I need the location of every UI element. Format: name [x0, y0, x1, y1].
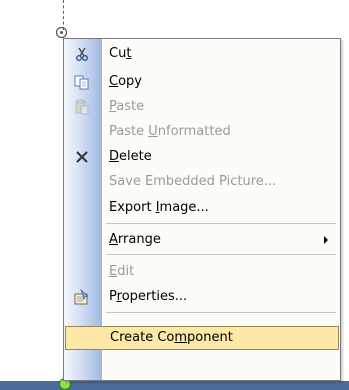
menu-item-delete[interactable]: Delete [64, 145, 340, 169]
menu-item-paste-unformatted[interactable]: Paste Unformatted [64, 120, 340, 144]
status-bar [0, 381, 349, 390]
menu-item-save-embedded-picture[interactable]: Save Embedded Picture... [64, 170, 340, 194]
menu-item-cut[interactable]: Cut [64, 42, 340, 66]
menu-item-paste[interactable]: Paste [64, 95, 340, 119]
menu-item-label: Paste Unformatted [109, 124, 231, 139]
menu-item-label: Create Component [110, 330, 233, 345]
menu-separator [106, 223, 336, 224]
menu-item-label: Delete [109, 149, 152, 164]
menu-item-label: Copy [109, 74, 142, 89]
menu-item-export-image[interactable]: Export Image... [64, 196, 340, 220]
menu-separator [106, 254, 336, 255]
menu-item-arrange[interactable]: Arrange [64, 228, 340, 252]
menu-item-label: Cut [109, 46, 132, 61]
menu-item-label: Edit [109, 264, 135, 279]
paste-icon [75, 99, 89, 115]
menu-item-label: Export Image... [109, 200, 209, 215]
menu-item-edit[interactable]: Edit [64, 260, 340, 284]
menu-item-label: Arrange [109, 232, 161, 247]
menu-item-copy[interactable]: Copy [64, 70, 340, 94]
menu-item-label: Save Embedded Picture... [109, 174, 277, 189]
scissors-icon [76, 47, 88, 61]
menu-item-label: Paste [109, 99, 145, 114]
menu-item-label: Properties... [109, 289, 188, 304]
delete-x-icon [76, 151, 88, 163]
copy-icon [74, 75, 89, 90]
menu-item-create-component[interactable]: Create Component [65, 326, 339, 350]
menu-separator [106, 312, 336, 313]
properties-icon [74, 289, 89, 305]
submenu-arrow-icon [324, 236, 328, 244]
menu-item-properties[interactable]: Properties... [64, 285, 340, 309]
context-menu: Cut Copy Paste Paste Unformatted Delete … [63, 38, 341, 381]
